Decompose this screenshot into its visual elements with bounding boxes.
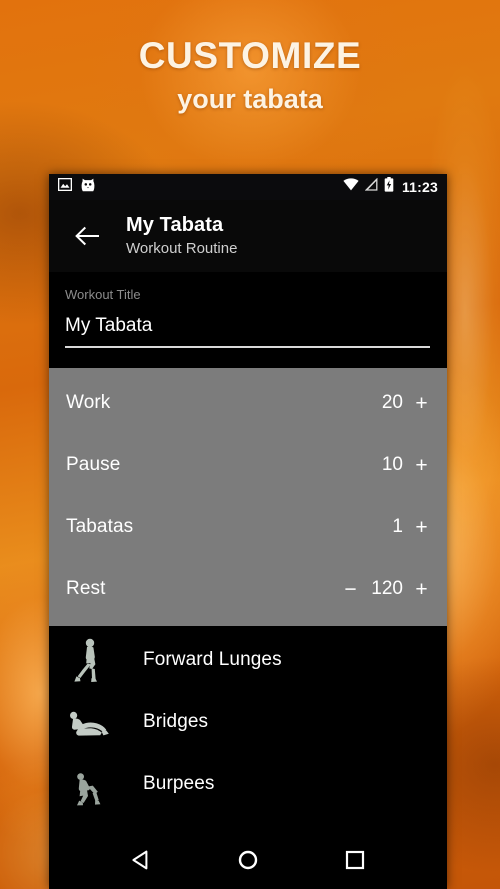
burpee-figure-icon bbox=[65, 760, 113, 808]
increment-button[interactable]: + bbox=[414, 517, 429, 538]
decrement-button[interactable]: − bbox=[343, 579, 358, 600]
lunge-figure-icon bbox=[65, 636, 113, 684]
setting-value[interactable]: 1 bbox=[369, 516, 403, 538]
title-field-spacer bbox=[49, 348, 447, 368]
setting-row-tabatas[interactable]: Tabatas − 1 + bbox=[49, 496, 447, 558]
list-item[interactable]: Forward Lunges bbox=[49, 629, 447, 691]
app-bar: My Tabata Workout Routine bbox=[49, 200, 447, 272]
setting-row-pause[interactable]: Pause − 10 + bbox=[49, 434, 447, 496]
status-bar-right: 11:23 bbox=[343, 177, 438, 197]
page-title: My Tabata bbox=[126, 214, 224, 236]
workout-title-field[interactable]: Workout Title My Tabata bbox=[49, 272, 447, 348]
exercise-name: Bridges bbox=[143, 711, 209, 732]
status-bar-left bbox=[57, 177, 95, 197]
nav-home-icon[interactable] bbox=[224, 836, 272, 884]
setting-value[interactable]: 120 bbox=[369, 578, 403, 600]
setting-value[interactable]: 20 bbox=[369, 392, 403, 414]
workout-title-label: Workout Title bbox=[65, 287, 141, 302]
setting-controls: − 120 + bbox=[343, 578, 429, 600]
exercise-name: Burpees bbox=[143, 773, 215, 794]
setting-controls: − 1 + bbox=[343, 516, 429, 538]
android-nav-bar bbox=[49, 831, 447, 889]
promo-headline-line2: your tabata bbox=[177, 84, 323, 114]
promo-headline-line1: CUSTOMIZE bbox=[138, 35, 362, 76]
phone-screenshot: 11:23 My Tabata Workout Routine Workout … bbox=[49, 174, 447, 889]
screenshot-root: CUSTOMIZE your tabata 11:23 My Tabata Wo… bbox=[0, 0, 500, 889]
setting-controls: − 20 + bbox=[343, 392, 429, 414]
app-bar-titles: My Tabata Workout Routine bbox=[126, 213, 237, 259]
cat-notification-icon bbox=[81, 178, 95, 197]
exercise-name: Forward Lunges bbox=[143, 649, 282, 670]
setting-label: Rest bbox=[66, 578, 106, 599]
setting-label: Tabatas bbox=[66, 516, 134, 537]
back-arrow-icon[interactable] bbox=[65, 213, 111, 259]
increment-button[interactable]: + bbox=[414, 579, 429, 600]
setting-value[interactable]: 10 bbox=[369, 454, 403, 476]
list-item[interactable]: Bridges bbox=[49, 691, 447, 753]
setting-controls: − 10 + bbox=[343, 454, 429, 476]
nav-back-icon[interactable] bbox=[117, 836, 165, 884]
wifi-icon bbox=[343, 178, 359, 196]
status-bar: 11:23 bbox=[49, 174, 447, 200]
increment-button[interactable]: + bbox=[414, 393, 429, 414]
battery-charging-icon bbox=[384, 177, 394, 197]
increment-button[interactable]: + bbox=[414, 455, 429, 476]
setting-row-rest[interactable]: Rest − 120 + bbox=[49, 558, 447, 620]
image-icon bbox=[57, 177, 73, 196]
nav-recents-icon[interactable] bbox=[331, 836, 379, 884]
page-subtitle: Workout Routine bbox=[126, 240, 238, 257]
promo-headline: CUSTOMIZE your tabata bbox=[0, 34, 500, 116]
signal-off-icon bbox=[364, 177, 378, 196]
setting-label: Pause bbox=[66, 454, 121, 475]
settings-panel: Work − 20 + Pause − 10 + Tabatas − bbox=[49, 368, 447, 626]
workout-title-input[interactable]: My Tabata bbox=[65, 303, 431, 346]
exercise-list: Forward Lunges Bridges Burpees bbox=[49, 626, 447, 815]
setting-row-work[interactable]: Work − 20 + bbox=[49, 372, 447, 434]
setting-label: Work bbox=[66, 392, 111, 413]
status-bar-clock: 11:23 bbox=[401, 179, 438, 195]
list-item[interactable]: Burpees bbox=[49, 753, 447, 815]
bridge-figure-icon bbox=[65, 698, 113, 746]
